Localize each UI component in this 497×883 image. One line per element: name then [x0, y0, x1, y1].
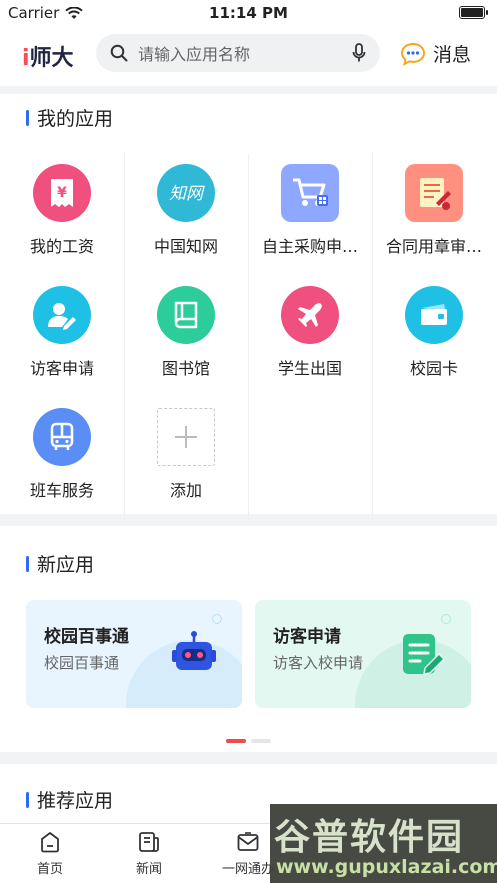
add-icon [157, 408, 215, 466]
search-input[interactable]: 请输入应用名称 [138, 41, 352, 65]
status-bar: Carrier 11:14 PM [0, 0, 497, 26]
app-visitor-application[interactable]: 访客申请 [0, 276, 124, 398]
envelope-icon [237, 832, 259, 851]
visitor-icon [33, 286, 91, 344]
tab-label: 首页 [36, 862, 63, 877]
watermark-chinese: 谷普软件园 [274, 817, 465, 858]
card-subtitle: 校园百事通 [44, 654, 120, 672]
microphone-icon[interactable] [352, 43, 366, 63]
svg-text:知网: 知网 [169, 184, 205, 204]
app-label: 自主采购申… [261, 237, 358, 256]
form-edit-icon [403, 634, 446, 675]
app-campus-card[interactable]: 校园卡 [372, 276, 496, 398]
logo-prefix: i [22, 46, 30, 71]
app-study-abroad[interactable]: 学生出国 [248, 276, 372, 398]
app-label: 添加 [169, 481, 202, 500]
search-icon [110, 44, 128, 62]
recommended-title: 推荐应用 [26, 786, 113, 813]
app-shuttle-bus[interactable]: 班车服务 [0, 398, 124, 520]
site-watermark: 谷普软件园 www.gupuxlazai.com [270, 804, 497, 883]
status-time: 11:14 PM [209, 4, 288, 22]
app-label: 中国知网 [153, 237, 218, 256]
carousel-indicator [0, 739, 497, 743]
app-contract-seal[interactable]: 合同用章审… [372, 154, 496, 276]
app-label: 校园卡 [409, 359, 458, 378]
add-app-button[interactable]: 添加 [124, 398, 248, 520]
tab-home[interactable]: 首页 [0, 830, 100, 877]
new-app-card-visitor-application[interactable]: 访客申请 访客入校申请 [255, 600, 471, 708]
app-header: i师大 请输入应用名称 消息 [0, 26, 497, 86]
messages-label: 消息 [433, 44, 472, 66]
airplane-icon [281, 286, 339, 344]
app-cnki[interactable]: 知网 中国知网 [124, 154, 248, 276]
chat-bubble-icon [400, 42, 426, 66]
app-label: 图书馆 [161, 359, 210, 378]
watermark-url: www.gupuxlazai.com [276, 856, 497, 878]
robot-icon [172, 631, 216, 670]
salary-icon: ¥ [33, 164, 91, 222]
carousel-dot-active[interactable] [226, 739, 246, 743]
card-title: 校园百事通 [44, 627, 129, 647]
svg-text:¥: ¥ [57, 185, 67, 201]
card-subtitle: 访客入校申请 [273, 654, 364, 672]
my-apps-section: 我的应用 ¥ 我的工资 知网 中国知网 自主采购申… 合同用章审… 访客申请 图… [0, 94, 497, 520]
home-icon [41, 832, 59, 853]
news-icon [139, 832, 159, 852]
book-icon [157, 286, 215, 344]
tab-news[interactable]: 新闻 [99, 830, 199, 877]
carousel-dot[interactable] [251, 739, 271, 743]
app-procurement[interactable]: 自主采购申… [248, 154, 372, 276]
contract-seal-icon [405, 164, 463, 222]
search-bar[interactable]: 请输入应用名称 [96, 34, 380, 72]
app-label: 我的工资 [29, 237, 94, 256]
app-label: 访客申请 [29, 359, 94, 378]
app-logo: i师大 [22, 40, 74, 72]
tab-label: 一网通办 [221, 862, 274, 877]
bus-icon [33, 408, 91, 466]
app-library[interactable]: 图书馆 [124, 276, 248, 398]
app-my-salary[interactable]: ¥ 我的工资 [0, 154, 124, 276]
battery-icon [459, 6, 488, 19]
shopping-cart-icon [281, 164, 339, 222]
card-icon [405, 286, 463, 344]
app-label: 学生出国 [277, 359, 342, 378]
tab-label: 新闻 [135, 862, 162, 877]
logo-text: 师大 [29, 46, 74, 71]
messages-button[interactable]: 消息 [400, 40, 471, 67]
cnki-icon: 知网 [157, 164, 215, 222]
new-apps-title: 新应用 [26, 550, 94, 577]
card-title: 访客申请 [273, 627, 341, 647]
app-label: 班车服务 [29, 481, 94, 500]
new-apps-section: 新应用 校园百事通 校园百事通 访客申请 访客入校申请 [0, 526, 497, 752]
my-apps-title: 我的应用 [26, 104, 113, 131]
app-label: 合同用章审… [385, 237, 482, 256]
new-app-card-campus-assistant[interactable]: 校园百事通 校园百事通 [26, 600, 242, 708]
